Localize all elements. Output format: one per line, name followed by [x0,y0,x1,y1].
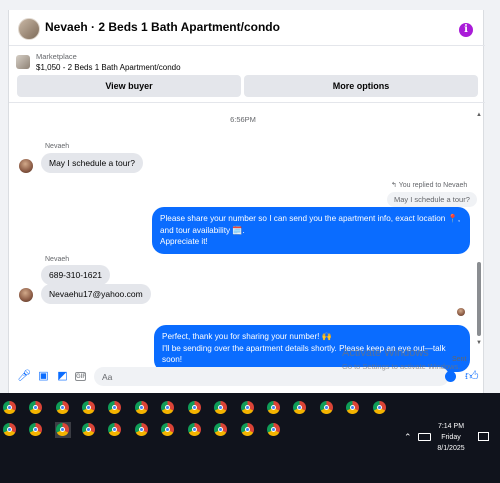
keyboard-icon[interactable] [418,433,431,441]
reply-note: ↰ You replied to Nevaeh [391,181,467,189]
chrome-icon[interactable] [319,400,335,416]
emoji-icon[interactable] [445,371,456,382]
chrome-icon[interactable] [160,422,176,438]
view-buyer-button[interactable]: View buyer [17,75,241,97]
incoming-message[interactable]: Nevaehu17@yahoo.com [41,284,151,304]
microphone-icon[interactable]: 🎤︎ [17,370,31,383]
chrome-icon[interactable] [213,422,229,438]
photo-icon[interactable]: ▣ [37,370,50,383]
sender-name: Nevaeh [45,256,70,263]
scroll-down-icon[interactable]: ▼ [476,340,482,346]
chrome-icon[interactable] [2,422,18,438]
chrome-icon[interactable] [213,400,229,416]
message-line: Perfect, thank you for sharing your numb… [162,332,332,341]
chrome-icon[interactable] [81,400,97,416]
chrome-icon[interactable] [2,400,18,416]
taskbar-clock[interactable]: 7:14 PM Friday 8/1/2025 [434,421,468,454]
chevron-up-icon[interactable]: ⌃ [404,432,412,443]
chrome-icon[interactable] [81,422,97,438]
message-line: Appreciate it! [160,237,208,246]
chrome-icon[interactable] [187,400,203,416]
marketplace-listing-card[interactable]: Marketplace $1,050 - 2 Beds 1 Bath Apart… [9,47,485,75]
chrome-icon[interactable] [240,400,256,416]
message-line: and tour availability 🗓️. [160,225,245,235]
listing-thumbnail [16,55,30,69]
more-options-button[interactable]: More options [244,75,478,97]
incoming-message[interactable]: 689-310-1621 [41,265,110,285]
message-input[interactable] [94,367,449,386]
seen-avatar [457,308,465,316]
chrome-icon[interactable] [107,400,123,416]
chrome-icon[interactable] [55,400,71,416]
thumbs-up-icon[interactable]: 👍︎ [465,368,479,384]
gif-icon[interactable]: GIF [75,372,86,381]
notification-icon[interactable] [478,432,489,441]
composer: 🎤︎ ▣ ◩ GIF 👍︎ [9,360,485,393]
message-timestamp: 6:56PM [230,115,256,124]
chrome-icon[interactable] [55,422,71,438]
outgoing-message[interactable]: Please share your number so I can send y… [152,207,470,254]
clock-date: 8/1/2025 [437,445,465,452]
sticker-icon[interactable]: ◩ [56,370,69,383]
chrome-icon[interactable] [240,422,256,438]
listing-avatar[interactable] [18,18,40,40]
marketplace-label: Marketplace [36,52,77,61]
chrome-icon[interactable] [187,422,203,438]
chrome-icon[interactable] [160,400,176,416]
message-list: 6:56PM Nevaeh May I schedule a tour? ↰ Y… [9,102,485,372]
listing-title: $1,050 - 2 Beds 1 Bath Apartment/condo [36,63,181,72]
chrome-icon[interactable] [28,422,44,438]
chrome-icon[interactable] [292,400,308,416]
sender-avatar[interactable] [19,159,33,173]
reply-quote[interactable]: May I schedule a tour? [387,192,477,207]
clock-time: 7:14 PM [437,423,465,430]
chrome-icon[interactable] [372,400,388,416]
scroll-up-icon[interactable]: ▲ [476,112,482,118]
reply-arrow-icon: ↰ [391,182,399,189]
message-line: Please share your number so I can send y… [160,214,461,223]
chrome-icon[interactable] [134,400,150,416]
info-icon[interactable]: i [459,23,473,37]
chrome-icon[interactable] [107,422,123,438]
clock-day: Friday [441,434,461,441]
chrome-icon[interactable] [28,400,44,416]
reply-note-text: You replied to Nevaeh [398,182,468,189]
chrome-icon[interactable] [266,422,282,438]
incoming-message[interactable]: May I schedule a tour? [41,153,143,173]
chat-window: Nevaeh · 2 Beds 1 Bath Apartment/condo i… [8,10,485,393]
chat-title: Nevaeh · 2 Beds 1 Bath Apartment/condo [45,20,280,34]
chrome-icon[interactable] [345,400,361,416]
scrollbar-thumb[interactable] [477,262,481,336]
sender-name: Nevaeh [45,143,70,150]
scrollbar[interactable]: ▲ ▼ [476,112,482,348]
chat-header: Nevaeh · 2 Beds 1 Bath Apartment/condo i [9,10,485,46]
chrome-icon[interactable] [266,400,282,416]
sender-avatar[interactable] [19,288,33,302]
chrome-icon[interactable] [134,422,150,438]
